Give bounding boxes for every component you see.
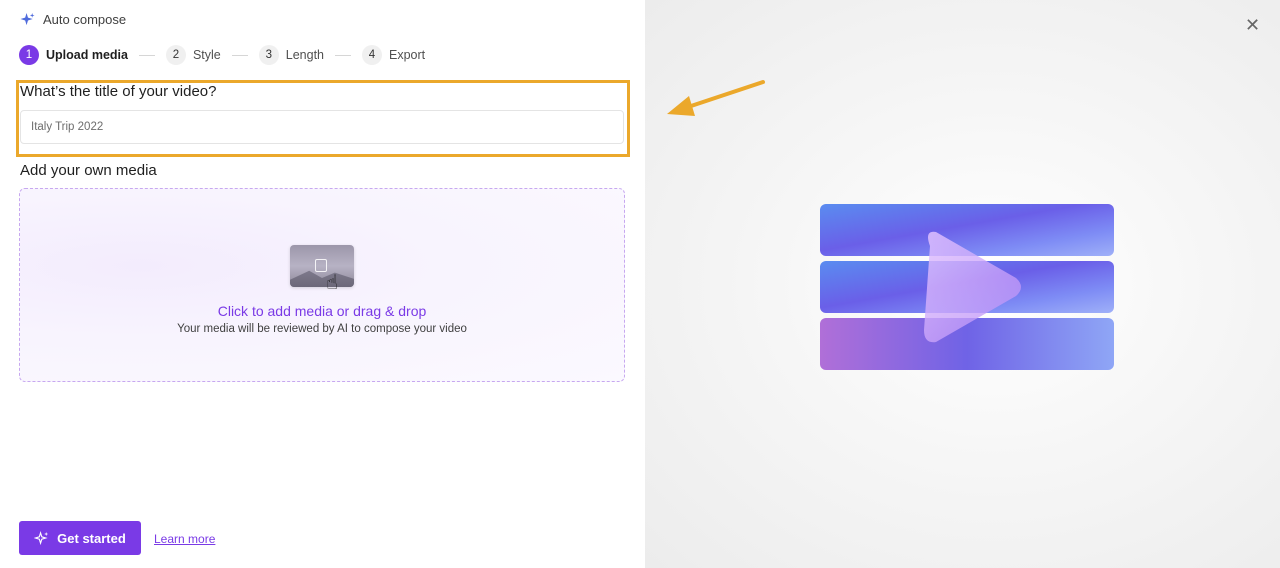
step-label: Style xyxy=(192,48,221,62)
step-label: Length xyxy=(285,48,324,62)
step-divider xyxy=(335,54,351,56)
step-divider xyxy=(231,54,248,56)
step-number: 2 xyxy=(165,45,186,65)
step-number: 3 xyxy=(258,45,279,65)
step-number: 4 xyxy=(362,45,382,65)
media-drop-zone[interactable]: ☝ Click to add media or drag & drop Your… xyxy=(19,188,625,382)
hand-pointer-icon: ☝ xyxy=(326,272,339,294)
step-label: Export xyxy=(389,48,426,62)
get-started-label: Get started xyxy=(57,530,126,546)
sparkle-icon xyxy=(34,530,49,545)
video-title-input[interactable] xyxy=(20,110,624,144)
step-label: Upload media xyxy=(46,48,128,62)
step-upload-media[interactable]: 1 Upload media xyxy=(19,45,128,65)
drop-zone-title: Click to add media or drag & drop xyxy=(217,303,427,319)
arrow-icon xyxy=(667,80,765,116)
preview-panel: ✕ xyxy=(645,0,1280,568)
drop-zone-subtitle: Your media will be reviewed by AI to com… xyxy=(177,323,467,335)
step-length[interactable]: 3 Length xyxy=(258,45,324,65)
step-export[interactable]: 4 Export xyxy=(362,45,425,65)
stepper: 1 Upload media 2 Style 3 Length 4 Export xyxy=(19,45,425,65)
step-number: 1 xyxy=(19,45,39,65)
step-divider xyxy=(138,54,155,56)
app-title: Auto compose xyxy=(43,12,127,27)
sparkle-icon xyxy=(20,12,35,26)
close-icon[interactable]: ✕ xyxy=(1245,16,1260,34)
compose-panel: Auto compose 1 Upload media 2 Style 3 Le… xyxy=(0,0,645,568)
media-thumbnail-icon xyxy=(290,245,354,287)
step-style[interactable]: 2 Style xyxy=(165,45,221,65)
video-play-illustration xyxy=(820,204,1114,370)
learn-more-link[interactable]: Learn more xyxy=(154,532,215,546)
get-started-button[interactable]: Get started xyxy=(19,521,141,555)
video-title-label: What’s the title of your video? xyxy=(20,83,217,100)
media-heading: Add your own media xyxy=(20,162,157,179)
app-header: Auto compose xyxy=(20,12,126,27)
